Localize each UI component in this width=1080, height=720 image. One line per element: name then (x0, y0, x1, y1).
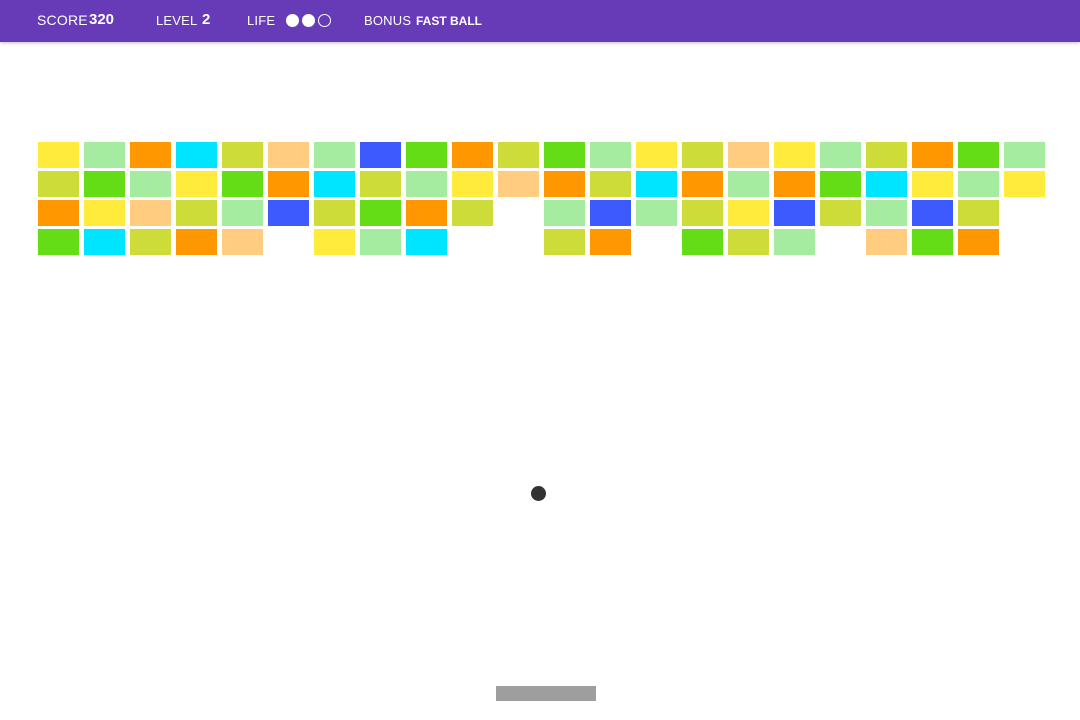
brick (176, 142, 217, 168)
brick (682, 200, 723, 226)
brick (866, 171, 907, 197)
brick (268, 142, 309, 168)
brick (498, 171, 539, 197)
brick (866, 200, 907, 226)
brick (912, 171, 953, 197)
brick (222, 200, 263, 226)
brick (1004, 171, 1045, 197)
brick (774, 200, 815, 226)
ball (531, 486, 546, 501)
brick (84, 171, 125, 197)
brick (38, 229, 79, 255)
brick (590, 142, 631, 168)
brick (728, 229, 769, 255)
brick (728, 171, 769, 197)
brick (314, 200, 355, 226)
brick (130, 229, 171, 255)
life-full-icon (286, 14, 299, 27)
brick (176, 229, 217, 255)
life-full-icon (302, 14, 315, 27)
brick (406, 142, 447, 168)
brick (544, 142, 585, 168)
brick (682, 142, 723, 168)
brick (682, 229, 723, 255)
brick (544, 171, 585, 197)
brick (636, 142, 677, 168)
brick (130, 142, 171, 168)
brick (958, 200, 999, 226)
brick (958, 229, 999, 255)
brick (406, 171, 447, 197)
brick (912, 229, 953, 255)
brick (590, 200, 631, 226)
brick (314, 142, 355, 168)
brick (38, 171, 79, 197)
brick (130, 200, 171, 226)
brick (1004, 142, 1045, 168)
brick (912, 142, 953, 168)
brick (176, 171, 217, 197)
life-empty-icon (318, 14, 331, 27)
brick (38, 142, 79, 168)
score-value: 320 (89, 11, 115, 28)
bonus-label: BONUS (364, 13, 412, 28)
brick (544, 200, 585, 226)
brick (682, 171, 723, 197)
brick (452, 171, 493, 197)
brick (590, 171, 631, 197)
brick (774, 142, 815, 168)
playfield[interactable] (0, 42, 1080, 720)
brick (360, 142, 401, 168)
brick (866, 142, 907, 168)
brick (222, 171, 263, 197)
brick (268, 171, 309, 197)
life-label: LIFE (247, 13, 276, 28)
level-label: LEVEL (156, 13, 198, 28)
brick (820, 200, 861, 226)
brick (590, 229, 631, 255)
brick (38, 200, 79, 226)
brick (866, 229, 907, 255)
brick (360, 200, 401, 226)
brick (268, 200, 309, 226)
hud-bar: SCORE 320 LEVEL 2 LIFE BONUS FAST BALL (0, 0, 1080, 42)
brick (774, 229, 815, 255)
brick (406, 229, 447, 255)
brick (820, 142, 861, 168)
brick (498, 142, 539, 168)
brick (728, 200, 769, 226)
brick (958, 171, 999, 197)
brick (774, 171, 815, 197)
brick (544, 229, 585, 255)
brick (84, 229, 125, 255)
brick (314, 171, 355, 197)
score-label: SCORE (37, 12, 88, 28)
brick (636, 200, 677, 226)
brick (912, 200, 953, 226)
brick (406, 200, 447, 226)
brick (452, 200, 493, 226)
level-value: 2 (202, 11, 211, 28)
bonus-value: FAST BALL (416, 14, 482, 28)
brick (636, 171, 677, 197)
brick (314, 229, 355, 255)
brick (176, 200, 217, 226)
brick (222, 142, 263, 168)
paddle[interactable] (496, 686, 596, 701)
brick (360, 171, 401, 197)
brick (130, 171, 171, 197)
brick (222, 229, 263, 255)
brick (728, 142, 769, 168)
brick (820, 171, 861, 197)
brick (84, 200, 125, 226)
brick (958, 142, 999, 168)
brick (84, 142, 125, 168)
brick (360, 229, 401, 255)
brick (452, 142, 493, 168)
